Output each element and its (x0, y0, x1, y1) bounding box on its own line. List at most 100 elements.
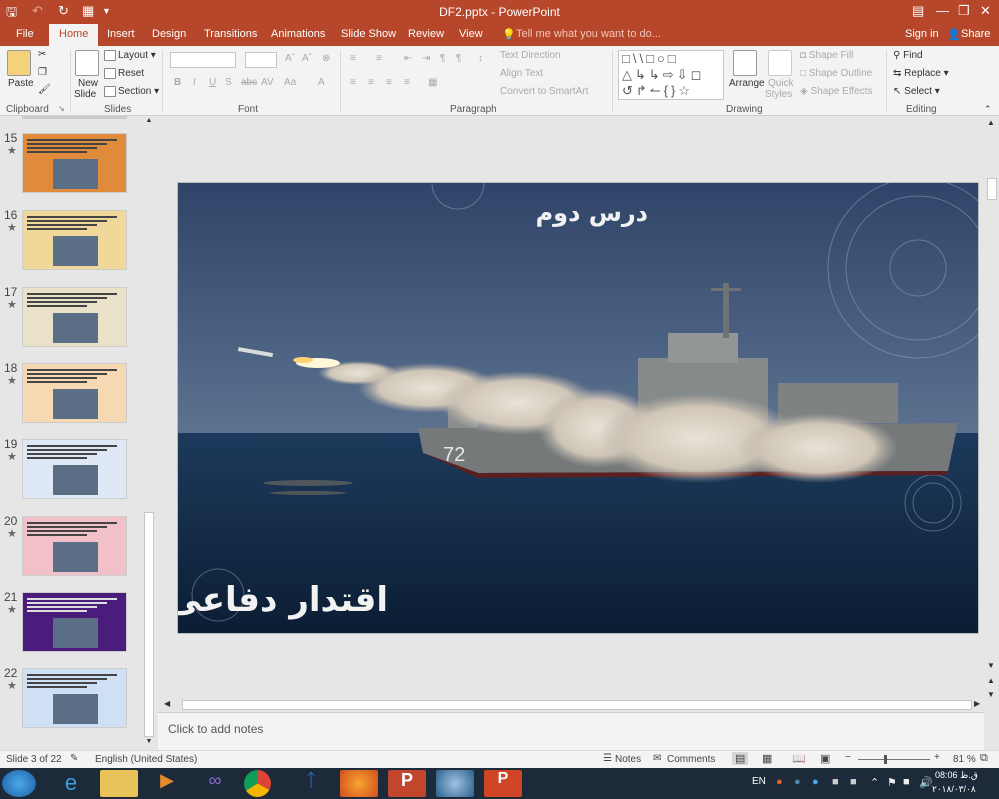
new-slide-icon[interactable] (75, 50, 99, 76)
flag-icon[interactable]: ⚑ (887, 776, 897, 789)
spell-check-icon[interactable]: ✎ (70, 753, 78, 764)
quick-styles-icon[interactable] (768, 50, 792, 76)
notes-pane[interactable]: Click to add notes (158, 712, 984, 750)
restore-icon[interactable]: ❐ (958, 3, 970, 19)
previous-slide-icon[interactable]: ▲ (987, 676, 995, 685)
shape-fill-button[interactable]: ◘ Shape Fill (800, 50, 853, 61)
slide-thumbnail[interactable] (22, 287, 127, 347)
vertical-scroll-thumb[interactable] (987, 178, 997, 200)
start-button-icon[interactable] (2, 770, 36, 797)
notes-icon[interactable]: ☰ (603, 753, 612, 764)
format-painter-icon[interactable]: 🖌 (38, 84, 51, 95)
shadow-icon[interactable]: S (225, 77, 232, 88)
justify-icon[interactable]: ≡ (404, 77, 410, 88)
font-color-icon[interactable]: A (318, 77, 325, 88)
cut-icon[interactable]: ✂ (38, 49, 46, 60)
media-app-icon[interactable] (436, 770, 474, 797)
find-button[interactable]: ⚲ Find (893, 50, 923, 61)
new-slide-label-1[interactable]: New (78, 78, 98, 89)
minimize-icon[interactable]: — (936, 3, 949, 18)
input-language[interactable]: EN (752, 776, 766, 787)
tell-me-box[interactable]: Tell me what you want to do... (516, 28, 661, 40)
slide-title[interactable]: درس دوم (536, 199, 648, 227)
change-case-icon[interactable]: Aa (284, 77, 296, 88)
ltr-icon[interactable]: ¶ (456, 53, 461, 64)
strikethrough-icon[interactable]: abc (241, 77, 257, 88)
visual-studio-icon[interactable]: ∞ (196, 770, 234, 797)
zoom-out-icon[interactable]: − (845, 752, 851, 763)
slide-subtitle[interactable]: اقتدار دفاعی (178, 580, 388, 620)
thumbnail-scrollbar[interactable]: ▲ ▼ (143, 117, 155, 747)
zoom-slider[interactable] (858, 759, 930, 760)
paste-button[interactable]: Paste (8, 78, 34, 89)
notes-toggle[interactable]: Notes (615, 754, 641, 765)
internet-explorer-icon[interactable]: e (52, 770, 90, 797)
tab-transitions[interactable]: Transitions (204, 28, 257, 40)
powerpoint-taskbar-icon[interactable]: P (484, 770, 522, 797)
numbering-icon[interactable]: ≡ (376, 53, 382, 64)
slide-thumbnail[interactable] (22, 439, 127, 499)
grow-font-icon[interactable]: Aˆ (285, 53, 295, 64)
collapse-ribbon-icon[interactable]: ⌃ (984, 104, 992, 115)
clear-formatting-icon[interactable]: ⊗ (322, 53, 330, 64)
slide-thumbnail[interactable] (22, 210, 127, 270)
shrink-font-icon[interactable]: Aˇ (302, 53, 312, 64)
font-family-input[interactable] (170, 52, 236, 68)
arrange-button[interactable]: Arrange (729, 78, 765, 89)
shape-effects-button[interactable]: ◈ Shape Effects (800, 86, 873, 97)
reset-button[interactable]: Reset (104, 68, 144, 79)
underline-icon[interactable]: U (209, 77, 216, 88)
slide-thumbnail[interactable] (22, 516, 127, 576)
bullets-icon[interactable]: ≡ (350, 53, 356, 64)
arrange-icon[interactable] (733, 50, 757, 76)
new-slide-label-2[interactable]: Slide (74, 89, 96, 100)
firefox-icon[interactable] (340, 770, 378, 797)
decrease-indent-icon[interactable]: ⇤ (404, 53, 412, 64)
normal-view-icon[interactable]: ▤ (732, 752, 749, 765)
close-icon[interactable]: ✕ (980, 3, 991, 19)
align-text-button[interactable]: Align Text (500, 68, 543, 79)
volume-icon[interactable]: 🔊 (919, 776, 933, 789)
clipboard-launcher-icon[interactable]: ↘ (58, 104, 65, 113)
copy-icon[interactable]: ❐ (38, 67, 47, 78)
file-explorer-icon[interactable] (100, 770, 138, 797)
slide-thumbnail[interactable] (22, 363, 127, 423)
character-spacing-icon[interactable]: AV (261, 77, 274, 88)
zoom-level[interactable]: 81 % (953, 754, 976, 765)
tab-home[interactable]: Home (49, 24, 99, 46)
tab-file[interactable]: File (16, 28, 34, 40)
align-right-icon[interactable]: ≡ (386, 77, 392, 88)
scroll-down-arrow-icon[interactable]: ▼ (144, 738, 154, 748)
convert-smartart-button[interactable]: Convert to SmartArt (500, 86, 588, 97)
reading-view-icon[interactable]: 📖 (792, 752, 806, 765)
clock-date[interactable]: ۲۰۱۸/۰۳/۰۸ (932, 784, 976, 795)
slide-thumbnail[interactable] (22, 592, 127, 652)
comments-icon[interactable]: ✉ (653, 753, 661, 764)
vscroll-down-arrow-icon[interactable]: ▼ (987, 661, 995, 670)
next-slide-icon[interactable]: ▼ (987, 690, 995, 699)
tab-review[interactable]: Review (408, 28, 444, 40)
slide-sorter-icon[interactable]: ▦ (762, 752, 772, 765)
share-button[interactable]: Share (961, 28, 990, 40)
quick-styles-label-1[interactable]: Quick (768, 78, 794, 89)
increase-indent-icon[interactable]: ⇥ (422, 53, 430, 64)
notes-placeholder[interactable]: Click to add notes (168, 722, 263, 736)
italic-icon[interactable]: I (193, 77, 196, 88)
language-indicator[interactable]: English (United States) (95, 754, 197, 765)
show-hidden-icons-icon[interactable]: ⌃ (870, 776, 879, 789)
select-button[interactable]: ↖ Select ▾ (893, 86, 940, 97)
bold-icon[interactable]: B (174, 77, 181, 88)
ribbon-display-options-icon[interactable]: ▤ (912, 3, 924, 19)
thumbnail-scroll-thumb[interactable] (144, 512, 154, 737)
presenter-app-icon[interactable]: P (388, 770, 426, 797)
slide-thumbnail[interactable] (22, 133, 127, 193)
layout-button[interactable]: Layout ▾ (104, 50, 156, 61)
scroll-up-arrow-icon[interactable]: ▲ (144, 117, 154, 127)
align-center-icon[interactable]: ≡ (368, 77, 374, 88)
slide-indicator[interactable]: Slide 3 of 22 (6, 754, 62, 765)
tray-security-icon[interactable]: ■ (832, 776, 839, 788)
tray-cloud-icon[interactable]: ● (812, 776, 819, 788)
clock-time[interactable]: 08:06 ق.ظ (935, 770, 978, 781)
font-size-input[interactable] (245, 52, 277, 68)
shape-outline-button[interactable]: □ Shape Outline (800, 68, 872, 79)
